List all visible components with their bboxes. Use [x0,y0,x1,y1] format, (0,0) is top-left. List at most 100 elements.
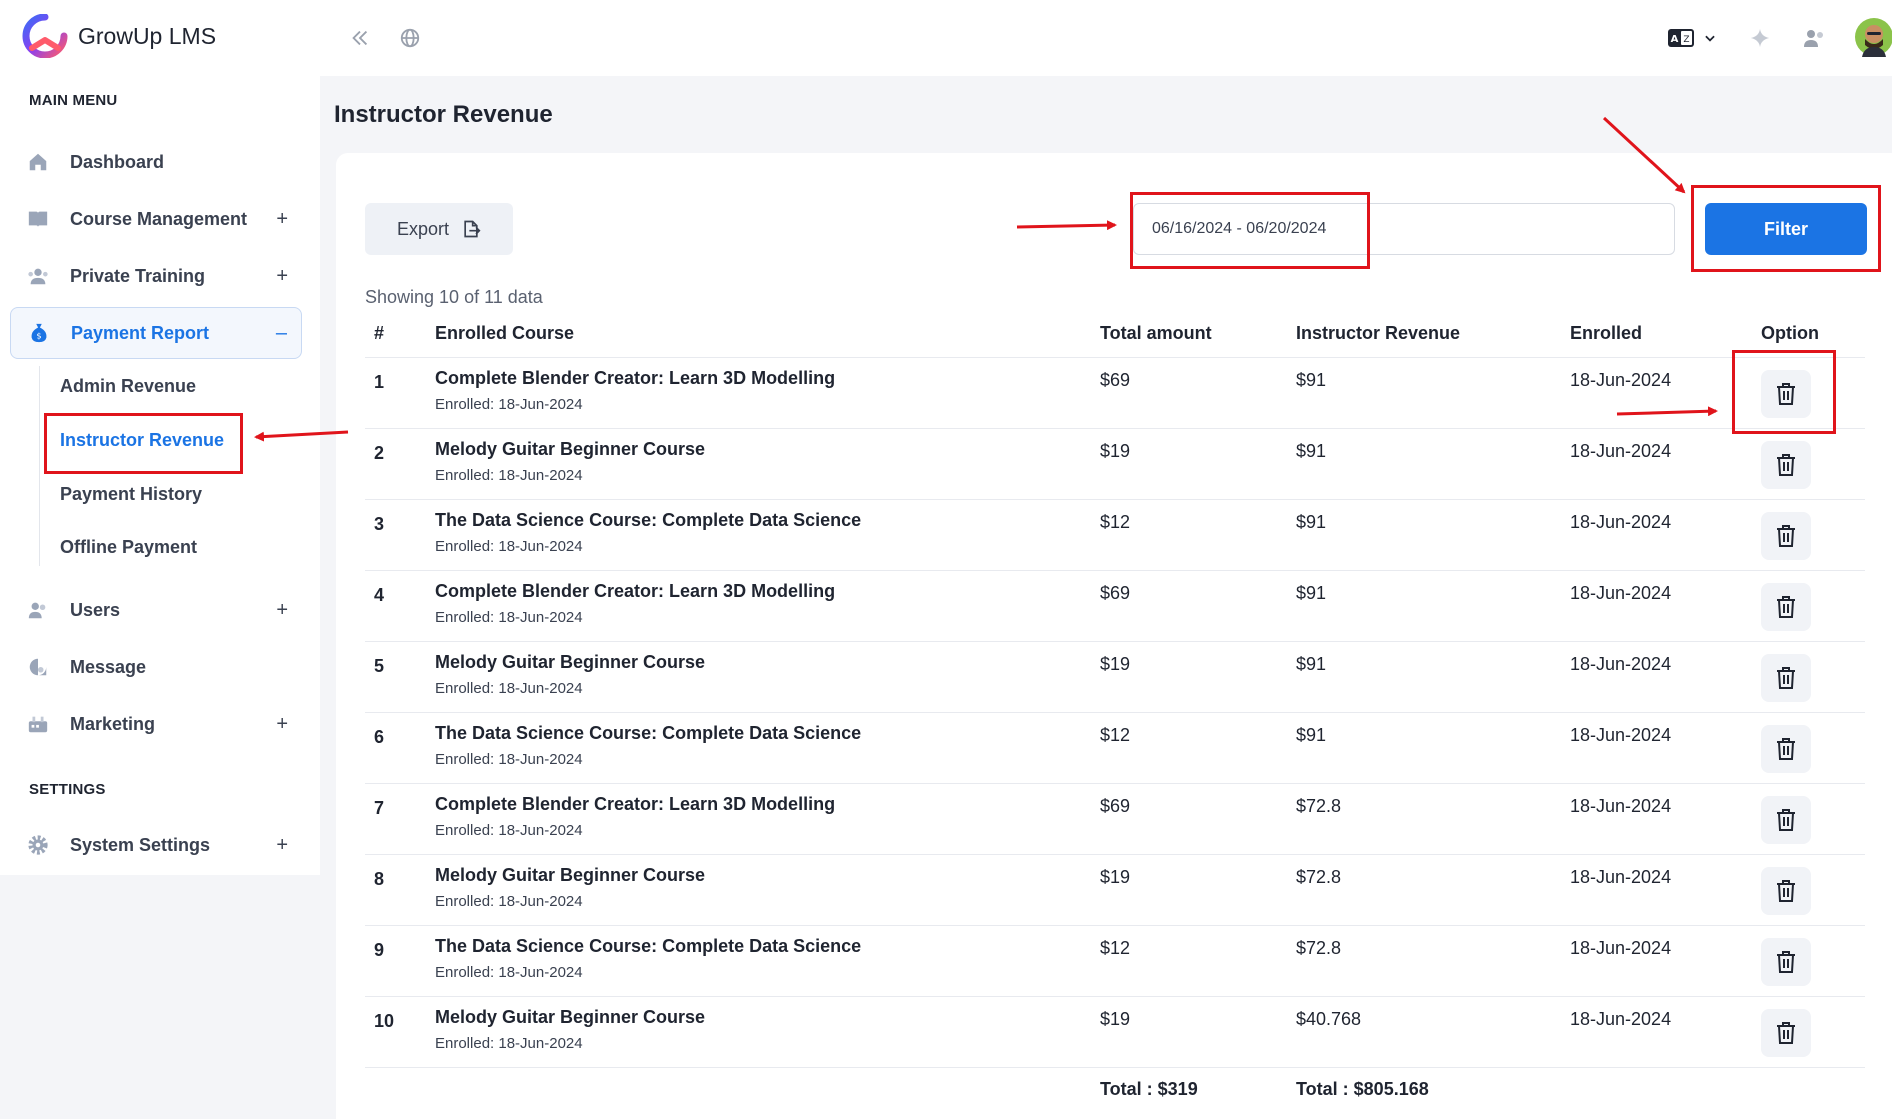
enrolled-date: 18-Jun-2024 [1570,796,1672,816]
instructor-revenue: $72.8 [1296,938,1342,958]
annotation-box-filter [1691,185,1881,272]
avatar[interactable] [1854,17,1892,57]
submenu-item-offline-payment[interactable]: Offline Payment [60,537,197,558]
table-row: 9 The Data Science Course: Complete Data… [365,925,1865,996]
total-amount: $69 [1100,370,1131,390]
collapse-icon[interactable]: – [276,322,287,345]
table-divider [365,1067,1865,1068]
enrolled-date: 18-Jun-2024 [1570,441,1672,461]
svg-text:Z: Z [1683,35,1689,45]
money-bag-icon: $ [27,321,51,345]
delete-button[interactable] [1761,441,1811,489]
enrolled-subtext: Enrolled: 18-Jun-2024 [435,751,583,768]
sidebar-item-users[interactable]: Users + [10,584,302,636]
row-number: 6 [374,727,385,747]
chevron-down-icon[interactable] [1700,28,1720,48]
sidebar-item-label: Dashboard [70,151,165,172]
users-switch-icon[interactable] [1800,24,1828,52]
main-menu-label: MAIN MENU [29,92,118,109]
total-amount-sum: Total : $319 [1100,1079,1198,1099]
total-amount: $12 [1100,725,1131,745]
sidebar-item-marketing[interactable]: Marketing + [10,698,302,750]
row-number: 5 [374,656,385,676]
delete-button[interactable] [1761,796,1811,844]
delete-button[interactable] [1761,512,1811,560]
sidebar-item-payment-report[interactable]: $ Payment Report – [10,307,302,359]
expand-icon[interactable]: + [276,599,288,622]
trash-icon [1777,596,1795,618]
enrolled-date: 18-Jun-2024 [1570,370,1672,390]
enrolled-subtext: Enrolled: 18-Jun-2024 [435,964,583,981]
instructor-revenue: $91 [1296,441,1327,461]
annotation-box-date [1130,192,1370,269]
row-number: 7 [374,798,385,818]
row-number: 1 [374,372,385,392]
instructor-revenue: $40.768 [1296,1009,1362,1029]
enrolled-subtext: Enrolled: 18-Jun-2024 [435,609,583,626]
sidebar-item-label: Course Management [70,208,248,229]
enrolled-date: 18-Jun-2024 [1570,938,1672,958]
expand-icon[interactable]: + [276,713,288,736]
trash-icon [1777,809,1795,831]
users-icon [26,264,50,288]
enrolled-date: 18-Jun-2024 [1570,867,1672,887]
sidebar-item-course-management[interactable]: Course Management + [10,193,302,245]
enrolled-subtext: Enrolled: 18-Jun-2024 [435,538,583,555]
topbar: AZ [320,0,1892,76]
submenu-item-payment-history[interactable]: Payment History [60,484,202,505]
expand-icon[interactable]: + [276,834,288,857]
expand-icon[interactable]: + [276,265,288,288]
sidebar-item-label: Marketing [70,713,156,734]
table-row: 8 Melody Guitar Beginner Course Enrolled… [365,854,1865,925]
annotation-box-delete [1732,350,1836,434]
sidebar-item-system-settings[interactable]: System Settings + [10,819,302,871]
globe-icon[interactable] [396,24,424,52]
delete-button[interactable] [1761,938,1811,986]
enrolled-date: 18-Jun-2024 [1570,725,1672,745]
instructor-revenue: $91 [1296,370,1327,390]
delete-button[interactable] [1761,725,1811,773]
row-number: 2 [374,443,385,463]
row-number: 3 [374,514,385,534]
collapse-sidebar-icon[interactable] [346,24,374,52]
col-header-instructor-revenue: Instructor Revenue [1296,323,1461,343]
delete-button[interactable] [1761,654,1811,702]
svg-text:$: $ [36,331,41,341]
sidebar-item-label: System Settings [70,834,211,855]
sidebar-item-dashboard[interactable]: Dashboard [10,136,302,188]
home-icon [26,150,50,174]
total-amount: $69 [1100,583,1131,603]
total-amount: $19 [1100,441,1131,461]
delete-button[interactable] [1761,583,1811,631]
course-title: Complete Blender Creator: Learn 3D Model… [435,368,836,388]
sidebar-item-message[interactable]: Message [10,641,302,693]
table-row: 6 The Data Science Course: Complete Data… [365,712,1865,783]
course-title: Complete Blender Creator: Learn 3D Model… [435,581,836,601]
delete-button[interactable] [1761,867,1811,915]
course-title: Melody Guitar Beginner Course [435,439,706,459]
instructor-revenue: $72.8 [1296,796,1342,816]
logo[interactable]: GrowUp LMS [22,14,216,58]
total-amount: $12 [1100,512,1131,532]
total-amount: $12 [1100,938,1131,958]
table-row: 7 Complete Blender Creator: Learn 3D Mod… [365,783,1865,854]
export-button[interactable]: Export [365,203,513,255]
expand-icon[interactable]: + [276,208,288,231]
course-title: Melody Guitar Beginner Course [435,1007,706,1027]
delete-button[interactable] [1761,1009,1811,1057]
table-row: 10 Melody Guitar Beginner Course Enrolle… [365,996,1865,1067]
app-name: GrowUp LMS [78,22,217,49]
col-header-course: Enrolled Course [435,323,575,343]
course-title: Melody Guitar Beginner Course [435,865,706,885]
table-row: 1 Complete Blender Creator: Learn 3D Mod… [365,357,1865,428]
message-icon [26,655,50,679]
sparkle-icon[interactable] [1746,24,1774,52]
instructor-revenue: $91 [1296,654,1327,674]
sidebar-item-private-training[interactable]: Private Training + [10,250,302,302]
submenu-item-admin-revenue[interactable]: Admin Revenue [60,376,196,397]
row-number: 8 [374,869,385,889]
trash-icon [1777,738,1795,760]
enrolled-subtext: Enrolled: 18-Jun-2024 [435,822,583,839]
course-title: Melody Guitar Beginner Course [435,652,706,672]
translate-icon[interactable]: AZ [1666,26,1696,50]
